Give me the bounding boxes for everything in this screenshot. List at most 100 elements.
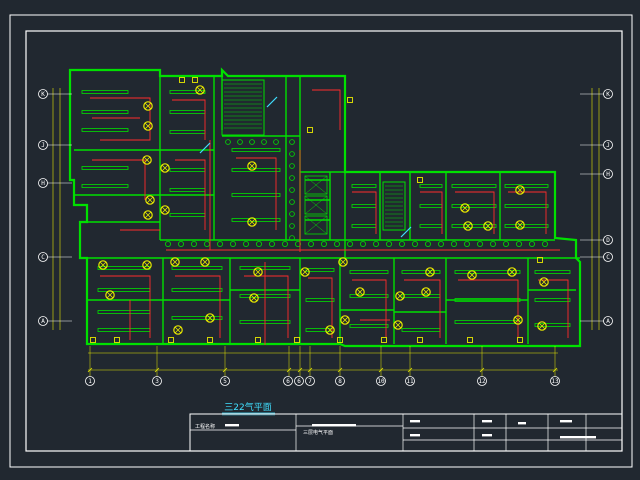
floor-plan <box>68 67 582 348</box>
axis-bubble-bottom: 13 <box>550 376 560 386</box>
fluorescent-fitting <box>231 193 281 197</box>
drawing-title: 三22气平面 <box>224 401 271 413</box>
axis-grid-bottom: 1 3 5 6 6 7 8 10 11 12 13 <box>85 376 560 386</box>
corridor-downlight <box>289 175 295 181</box>
fluorescent-fitting <box>171 266 223 270</box>
fluorescent-fitting <box>81 184 129 188</box>
corridor-downlight <box>249 139 255 145</box>
fluorescent-fitting <box>97 310 151 314</box>
axis-bubble-label: K <box>41 91 45 98</box>
axis-bubble-bottom: 11 <box>405 376 415 386</box>
fluorescent-fitting <box>401 294 441 298</box>
outlet-symbol <box>179 77 185 83</box>
fluorescent-fitting <box>349 324 389 328</box>
axis-bubble-label: A <box>606 318 610 325</box>
axis-bubble-right: C <box>580 252 613 262</box>
fluorescent-fitting <box>534 298 571 302</box>
fluorescent-fitting <box>401 328 441 332</box>
fluorescent-fitting <box>454 270 521 274</box>
fluorescent-fitting <box>349 270 389 274</box>
drawing-name: 三层电气平面 <box>303 429 333 436</box>
axis-bubble-left: J <box>38 140 72 150</box>
axis-bubble-label: 12 <box>478 378 486 385</box>
fluorescent-fitting <box>81 128 129 132</box>
wiring-run <box>244 275 289 338</box>
outer-border <box>9 14 633 468</box>
outlet-symbol <box>207 337 213 343</box>
axis-bubble-label: 11 <box>406 378 414 385</box>
corridor-downlight <box>489 240 496 247</box>
axis-bubble-label: 13 <box>551 378 559 385</box>
wiring-run <box>458 279 519 338</box>
title-block-entry <box>482 434 492 437</box>
fluorescent-fitting <box>81 90 129 94</box>
axis-bubble-label: J <box>606 142 610 149</box>
axis-bubble-label: 6 <box>297 378 301 385</box>
light-fixtures-layer <box>90 77 549 343</box>
outlet-symbol <box>467 337 473 343</box>
corridor-downlight <box>516 240 523 247</box>
fluorescent-fitting <box>504 204 549 208</box>
wiring-layer <box>90 89 569 345</box>
corridor-downlight <box>255 240 262 247</box>
title-block-entry <box>482 420 492 423</box>
title-block-entry <box>410 434 420 437</box>
outlet-symbol <box>347 97 353 103</box>
axis-bubble-bottom: 12 <box>477 376 487 386</box>
corridor-downlight <box>289 139 295 145</box>
fluorescent-fitting <box>305 268 335 272</box>
corridor-downlight <box>216 240 223 247</box>
axis-bubble-right: K <box>580 89 613 99</box>
corridor-downlight <box>529 240 536 247</box>
corridor-downlight <box>203 240 210 247</box>
axis-bubble-bottom: 5 <box>220 376 230 386</box>
axis-bubble-label: A <box>41 318 45 325</box>
wiring-run <box>90 97 151 141</box>
axis-bubble-left: A <box>38 316 72 326</box>
riser-marker <box>266 96 278 108</box>
axis-bubble-label: J <box>41 142 45 149</box>
fluorescent-fitting <box>81 166 129 170</box>
corridor-downlight <box>411 240 418 247</box>
corridor-downlight <box>502 240 509 247</box>
corridor-downlight <box>437 240 444 247</box>
corridor-downlight <box>450 240 457 247</box>
axis-bubble-label: C <box>41 254 45 261</box>
outlet-symbol <box>417 177 423 183</box>
axis-bubble-label: H <box>41 180 45 187</box>
fluorescent-fitting <box>305 298 335 302</box>
corridor-downlight <box>225 139 231 145</box>
title-block-entry <box>560 436 596 439</box>
corridor-downlight <box>424 240 431 247</box>
axis-bubble-bottom: 6 <box>294 376 304 386</box>
axis-bubble-label: D <box>606 237 610 244</box>
fluorescent-fitting <box>169 188 206 192</box>
axis-bubble-bottom: 8 <box>335 376 345 386</box>
fluorescent-fitting <box>419 184 443 188</box>
fluorescent-fitting <box>504 224 549 228</box>
corridor-downlight <box>333 240 340 247</box>
fluorescent-fitting <box>419 204 443 208</box>
outlet-symbol <box>255 337 261 343</box>
wiring-run <box>92 159 146 200</box>
title-block-entry <box>312 424 356 427</box>
fluorescent-fitting <box>349 294 389 298</box>
corridor-downlight <box>237 139 243 145</box>
corridor-downlight <box>289 211 295 217</box>
outlet-symbol <box>168 337 174 343</box>
axis-bubble-bottom: 1 <box>85 376 95 386</box>
wiring-run <box>308 277 333 338</box>
axis-bubble-bottom: 7 <box>305 376 315 386</box>
corridor-downlight <box>346 240 353 247</box>
corridor-downlight <box>190 240 197 247</box>
outlet-symbol <box>381 337 387 343</box>
axis-grid-right: K J H D C A <box>580 89 613 326</box>
fluorescent-fitting <box>534 270 571 274</box>
corridor-downlight <box>359 240 366 247</box>
fluorescent-fitting <box>231 168 281 172</box>
title-block-entry <box>518 422 526 425</box>
outlet-symbol <box>114 337 120 343</box>
fluorescent-fitting <box>351 224 377 228</box>
fluorescent-fitting <box>97 328 151 332</box>
building-outline <box>68 67 582 348</box>
